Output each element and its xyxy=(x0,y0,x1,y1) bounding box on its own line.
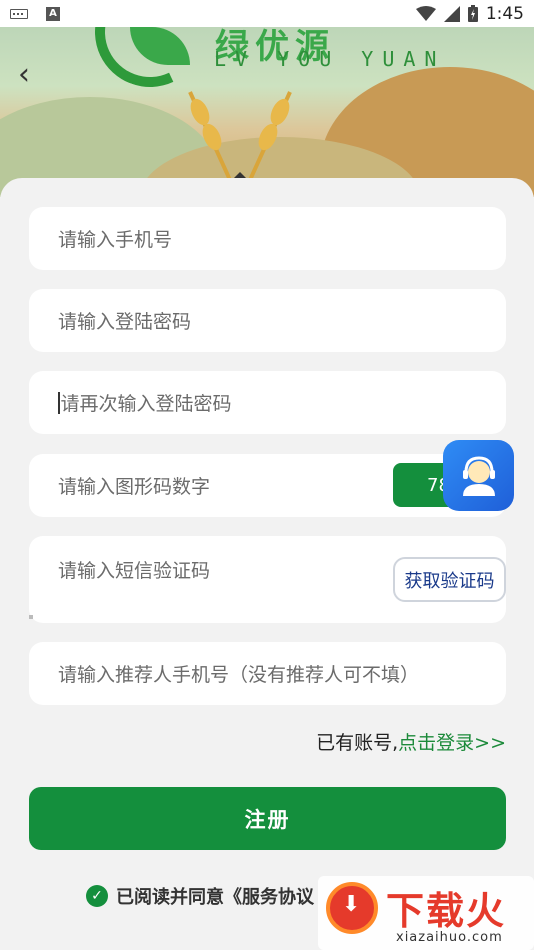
customer-service-button[interactable] xyxy=(443,440,514,511)
text-cursor xyxy=(58,391,60,414)
a-notification-icon: A xyxy=(46,6,60,21)
agreement-text: 已阅读并同意《服务协议 xyxy=(116,887,314,908)
agreement-row[interactable]: ✓ 已阅读并同意《服务协议 xyxy=(86,883,314,909)
phone-field[interactable]: 请输入手机号 xyxy=(29,207,506,270)
wifi-icon xyxy=(415,5,436,21)
divider-dot xyxy=(29,615,33,619)
confirm-password-placeholder: 请再次输入登陆密码 xyxy=(60,393,232,415)
back-chevron-icon[interactable]: ‹ xyxy=(18,57,30,92)
logo-text-en: LV YOU YUAN xyxy=(214,47,446,71)
keyboard-icon xyxy=(10,8,28,19)
register-button[interactable]: 注册 xyxy=(29,787,506,850)
watermark-url: xiazaihuo.com xyxy=(396,930,503,945)
status-bar-right: 1:45 xyxy=(415,3,524,24)
customer-service-icon xyxy=(462,455,495,496)
battery-icon xyxy=(467,5,478,22)
captcha-placeholder: 请输入图形码数字 xyxy=(58,476,211,498)
watermark-logo-icon xyxy=(326,882,378,934)
check-circle-icon[interactable]: ✓ xyxy=(86,885,108,907)
status-bar-left: A xyxy=(10,6,60,21)
referrer-phone-field[interactable]: 请输入推荐人手机号（没有推荐人可不填） xyxy=(29,642,506,705)
password-placeholder: 请输入登陆密码 xyxy=(58,311,192,333)
referrer-placeholder: 请输入推荐人手机号（没有推荐人可不填） xyxy=(58,664,420,686)
status-bar: A 1:45 xyxy=(0,0,534,27)
login-prompt-text: 已有账号, xyxy=(316,732,399,754)
login-link[interactable]: 点击登录>> xyxy=(398,732,506,754)
get-sms-code-button[interactable]: 获取验证码 xyxy=(393,557,506,602)
confirm-password-field[interactable]: 请再次输入登陆密码 xyxy=(29,371,506,434)
watermark-text: 下载火 xyxy=(386,889,507,933)
status-time: 1:45 xyxy=(485,3,524,24)
login-prompt: 已有账号,点击登录>> xyxy=(316,728,506,755)
header-banner: 绿优源 LV YOU YUAN ‹ xyxy=(0,27,534,197)
watermark: 下载火 xiazaihuo.com xyxy=(318,876,534,950)
sms-placeholder: 请输入短信验证码 xyxy=(58,560,211,582)
phone-placeholder: 请输入手机号 xyxy=(58,229,173,251)
password-field[interactable]: 请输入登陆密码 xyxy=(29,289,506,352)
signal-icon xyxy=(443,5,460,22)
